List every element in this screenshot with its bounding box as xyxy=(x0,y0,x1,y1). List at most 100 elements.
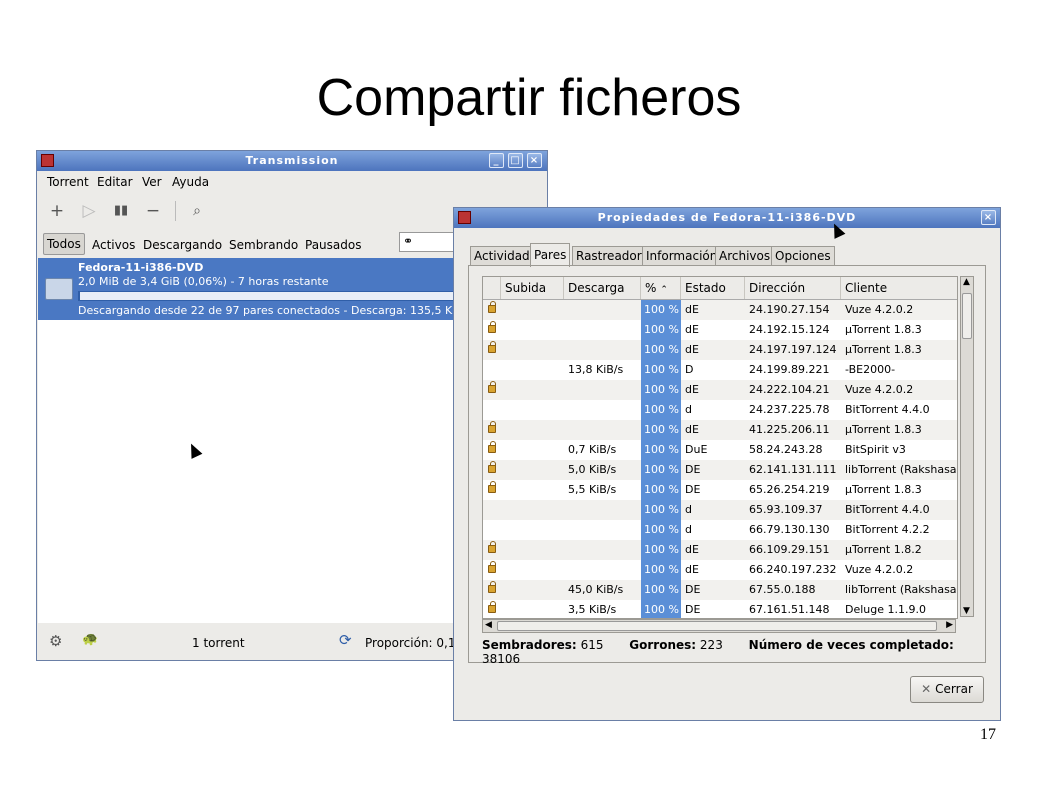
lock-icon xyxy=(488,321,496,333)
peer-pct: 100 % xyxy=(641,340,681,360)
minimize-icon[interactable]: _ xyxy=(489,153,504,168)
table-row[interactable]: 100 % dE 66.240.197.232 Vuze 4.2.0.2 xyxy=(483,560,957,580)
turtle-icon[interactable]: 🐢 xyxy=(82,632,98,647)
scroll-right-icon[interactable]: ▶ xyxy=(946,620,953,630)
torrent-count: 1 torrent xyxy=(192,636,245,650)
col-estado[interactable]: Estado xyxy=(681,277,745,299)
table-row[interactable]: 13,8 KiB/s 100 % D 24.199.89.221 -BE2000- xyxy=(483,360,957,380)
table-row[interactable]: 100 % dE 66.109.29.151 µTorrent 1.8.2 xyxy=(483,540,957,560)
search-binoculars-icon: ⚭ xyxy=(403,234,414,248)
hscroll-thumb[interactable] xyxy=(497,621,937,631)
add-icon[interactable]: + xyxy=(47,201,67,221)
filter-pausados[interactable]: Pausados xyxy=(305,236,361,254)
scroll-left-icon[interactable]: ◀ xyxy=(485,620,492,630)
peers-horizontal-scrollbar[interactable]: ◀ ▶ xyxy=(482,619,956,633)
table-row[interactable]: 100 % d 24.237.225.78 BitTorrent 4.4.0 xyxy=(483,400,957,420)
settings-gear-icon[interactable]: ⚙ xyxy=(49,632,62,650)
close-icon[interactable]: × xyxy=(527,153,542,168)
pause-icon[interactable]: ▮▮ xyxy=(111,201,131,221)
leechers-value: 223 xyxy=(699,638,723,652)
cerrar-label: Cerrar xyxy=(935,682,973,696)
peer-pct: 100 % xyxy=(641,360,681,380)
peer-state: dE xyxy=(685,543,699,556)
lock-cell xyxy=(483,600,501,618)
peer-state: dE xyxy=(685,423,699,436)
remove-icon[interactable]: − xyxy=(143,201,163,221)
table-row[interactable]: 3,5 KiB/s 100 % DE 67.161.51.148 Deluge 1.1.… xyxy=(483,600,957,618)
col-lock[interactable] xyxy=(483,277,501,299)
filter-sembrando[interactable]: Sembrando xyxy=(229,236,298,254)
refresh-icon[interactable]: ⟳ xyxy=(339,631,352,649)
tab-pares[interactable]: Pares xyxy=(530,243,571,267)
peer-client: BitTorrent 4.4.0 xyxy=(845,503,930,516)
peer-client: µTorrent 1.8.3 xyxy=(845,343,922,356)
lock-cell xyxy=(483,540,501,560)
lock-cell xyxy=(483,360,501,380)
menu-editar[interactable]: Editar xyxy=(97,175,133,189)
peer-pct: 100 % xyxy=(641,540,681,560)
peer-down: 0,7 KiB/s xyxy=(568,443,617,456)
table-row[interactable]: 0,7 KiB/s 100 % DuE 58.24.243.28 BitSpirit v… xyxy=(483,440,957,460)
tab-informacion[interactable]: Información xyxy=(642,246,722,266)
completed-label: Número de veces completado: xyxy=(748,638,954,652)
props-close-icon[interactable]: × xyxy=(981,210,996,225)
table-row[interactable]: 100 % dE 24.190.27.154 Vuze 4.2.0.2 xyxy=(483,300,957,320)
peer-up xyxy=(501,540,564,560)
menu-ver[interactable]: Ver xyxy=(142,175,162,189)
scroll-down-icon[interactable]: ▼ xyxy=(963,606,970,616)
filter-activos[interactable]: Activos xyxy=(92,236,135,254)
filter-todos[interactable]: Todos xyxy=(43,233,85,255)
table-row[interactable]: 45,0 KiB/s 100 % DE 67.55.0.188 libTorrent (… xyxy=(483,580,957,600)
lock-icon xyxy=(488,421,496,433)
peer-state: DE xyxy=(685,483,701,496)
col-cliente[interactable]: Cliente xyxy=(841,277,957,299)
lock-cell xyxy=(483,480,501,500)
peer-pct: 100 % xyxy=(641,460,681,480)
maximize-icon[interactable]: □ xyxy=(508,153,523,168)
col-direccion[interactable]: Dirección xyxy=(745,277,841,299)
peer-pct: 100 % xyxy=(641,560,681,580)
col-percent[interactable]: % ⌃ xyxy=(641,277,681,299)
tab-archivos[interactable]: Archivos xyxy=(715,246,775,266)
table-row[interactable]: 5,5 KiB/s 100 % DE 65.26.254.219 µTorrent 1.… xyxy=(483,480,957,500)
lock-cell xyxy=(483,380,501,400)
peer-up xyxy=(501,340,564,360)
props-titlebar[interactable]: Propiedades de Fedora-11-i386-DVD × xyxy=(454,208,1000,228)
peer-addr: 67.55.0.188 xyxy=(749,583,816,596)
peer-state: dE xyxy=(685,323,699,336)
peer-state: dE xyxy=(685,343,699,356)
peer-client: Vuze 4.2.0.2 xyxy=(845,303,914,316)
main-titlebar[interactable]: Transmission _ □ × xyxy=(37,151,547,171)
peer-down: 5,5 KiB/s xyxy=(568,483,617,496)
table-row[interactable]: 100 % dE 24.197.197.124 µTorrent 1.8.3 xyxy=(483,340,957,360)
scroll-thumb[interactable] xyxy=(962,293,972,339)
table-row[interactable]: 100 % dE 24.222.104.21 Vuze 4.2.0.2 xyxy=(483,380,957,400)
tab-opciones[interactable]: Opciones xyxy=(771,246,835,266)
filter-descargando[interactable]: Descargando xyxy=(143,236,222,254)
lock-cell xyxy=(483,340,501,360)
peer-down xyxy=(564,560,641,580)
peer-client: µTorrent 1.8.3 xyxy=(845,423,922,436)
table-row[interactable]: 5,0 KiB/s 100 % DE 62.141.131.111 libTorrent… xyxy=(483,460,957,480)
peer-up xyxy=(501,480,564,500)
peer-addr: 24.237.225.78 xyxy=(749,403,830,416)
peers-vertical-scrollbar[interactable]: ▲ ▼ xyxy=(960,276,974,617)
col-descarga[interactable]: Descarga xyxy=(564,277,641,299)
properties-icon[interactable]: ⌕ xyxy=(187,201,207,221)
torrent-name: Fedora-11-i386-DVD xyxy=(78,261,204,274)
table-row[interactable]: 100 % dE 24.192.15.124 µTorrent 1.8.3 xyxy=(483,320,957,340)
tab-actividad[interactable]: Actividad xyxy=(470,246,534,266)
table-row[interactable]: 100 % d 66.79.130.130 BitTorrent 4.2.2 xyxy=(483,520,957,540)
lock-cell xyxy=(483,560,501,580)
menu-torrent[interactable]: Torrent xyxy=(47,175,89,189)
play-icon[interactable]: ▷ xyxy=(79,201,99,221)
peer-down xyxy=(564,400,641,420)
table-row[interactable]: 100 % dE 41.225.206.11 µTorrent 1.8.3 xyxy=(483,420,957,440)
properties-window: Propiedades de Fedora-11-i386-DVD × Acti… xyxy=(453,207,1001,721)
cerrar-button[interactable]: ✕ Cerrar xyxy=(910,676,984,703)
scroll-up-icon[interactable]: ▲ xyxy=(963,277,970,287)
col-subida[interactable]: Subida xyxy=(501,277,564,299)
menu-ayuda[interactable]: Ayuda xyxy=(172,175,209,189)
table-row[interactable]: 100 % d 65.93.109.37 BitTorrent 4.4.0 xyxy=(483,500,957,520)
tab-rastreador[interactable]: Rastreador xyxy=(572,246,646,266)
